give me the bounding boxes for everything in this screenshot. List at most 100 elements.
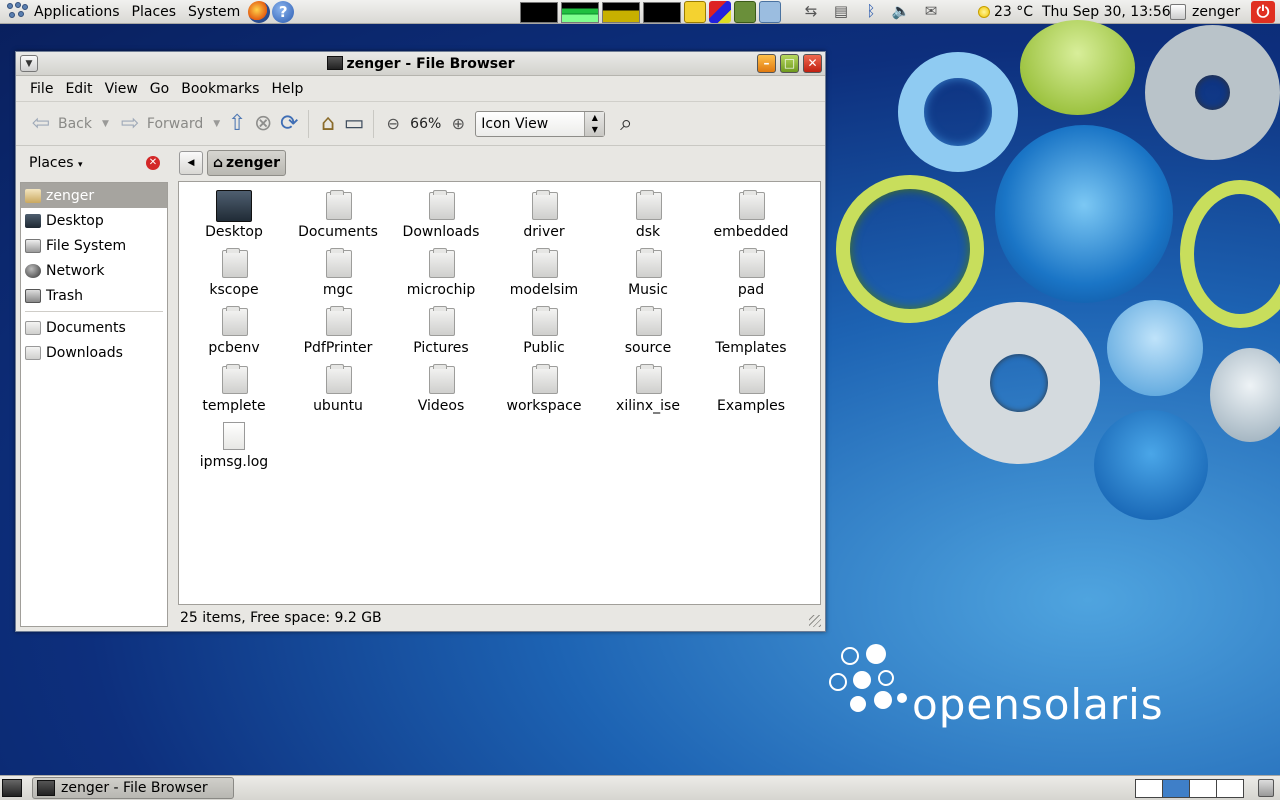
folder-item[interactable]: embedded [701,190,801,240]
user-switcher[interactable]: zenger [1170,0,1240,24]
folder-icon [737,306,765,336]
menu-help[interactable]: Help [265,81,309,97]
workspace-1[interactable] [1135,779,1163,798]
file-label: ubuntu [313,398,363,414]
workspace-3[interactable] [1189,779,1217,798]
file-label: driver [523,224,565,240]
up-arrow-icon[interactable]: ⇧ [224,111,250,137]
trash-applet-icon[interactable] [1258,779,1274,797]
menu-view[interactable]: View [99,81,144,97]
cpu-monitor[interactable] [602,1,640,23]
weather-applet[interactable]: 23 °C [978,0,1033,24]
forward-button[interactable]: ⇨ Forward ▼ [113,108,224,140]
sidebar-item-zenger[interactable]: zenger [21,183,167,208]
help-icon[interactable]: ? [272,0,295,23]
terminal-icon[interactable] [759,1,781,23]
icon-view[interactable]: Desktop Documents Downloads driver dsk embedd… [178,181,821,605]
mail-icon[interactable]: ✉ [920,1,942,21]
close-sidebar-icon[interactable]: ✕ [146,156,160,170]
image-viewer-icon[interactable] [709,1,731,23]
folder-item[interactable]: PdfPrinter [288,306,388,356]
forward-history-dropdown[interactable]: ▼ [213,119,220,129]
menu-edit[interactable]: Edit [59,81,98,97]
folder-item[interactable]: workspace [494,364,594,414]
sidebar-item-desktop[interactable]: Desktop [21,208,167,233]
clock[interactable]: Thu Sep 30, 13:56 [1042,0,1171,24]
update-icon[interactable]: ▤ [830,1,852,21]
network-status-icon[interactable]: ⇆ [800,1,822,21]
folder-item[interactable]: driver [494,190,594,240]
folder-item[interactable]: Public [494,306,594,356]
memory-monitor[interactable] [520,1,558,23]
folder-item[interactable]: Music [598,248,698,298]
file-label: microchip [406,282,476,298]
folder-item[interactable]: dsk [598,190,698,240]
sidebar-item-file-system[interactable]: File System [21,233,167,258]
folder-item[interactable]: Pictures [391,306,491,356]
search-icon[interactable]: ⌕ [613,111,639,137]
file-label: workspace [506,398,582,414]
folder-item[interactable]: Documents [288,190,388,240]
sidebar-type-dropdown[interactable]: Places ▾ [29,155,83,171]
folder-item[interactable]: ubuntu [288,364,388,414]
sidebar-item-downloads[interactable]: Downloads [21,340,167,365]
menu-file[interactable]: File [24,81,59,97]
stop-icon[interactable]: ⊗ [250,111,276,137]
package-icon[interactable] [734,1,756,23]
path-scroll-left-button[interactable]: ◀ [179,151,203,175]
sidebar-item-trash[interactable]: Trash [21,283,167,308]
volume-icon[interactable]: 🔈 [890,1,912,21]
show-desktop-icon[interactable] [2,779,22,797]
bluetooth-icon[interactable]: ᛒ [860,1,882,21]
power-icon[interactable]: ⏻ [1251,1,1275,23]
computer-icon[interactable]: ▭ [341,111,367,137]
file-label: PdfPrinter [303,340,373,356]
view-mode-select[interactable]: Icon View ▲ ▼ [475,110,606,137]
folder-item[interactable]: microchip [391,248,491,298]
folder-icon [530,364,558,394]
close-button[interactable]: ✕ [803,54,822,73]
back-history-dropdown[interactable]: ▼ [102,119,109,129]
maximize-button[interactable]: □ [780,54,799,73]
folder-item[interactable]: modelsim [494,248,594,298]
zoom-in-icon[interactable]: ⊕ [445,111,471,137]
folder-item[interactable]: Videos [391,364,491,414]
sidebar-item-documents[interactable]: Documents [21,315,167,340]
zoom-level[interactable]: 66% [406,116,445,132]
zoom-out-icon[interactable]: ⊖ [380,111,406,137]
folder-item[interactable]: Examples [701,364,801,414]
folder-item[interactable]: pcbenv [184,306,284,356]
applications-menu[interactable]: Applications [0,0,126,24]
network-monitor[interactable] [561,1,599,23]
notes-icon[interactable] [684,1,706,23]
system-menu[interactable]: System [182,0,246,24]
title-bar[interactable]: ▼ zenger - File Browser – □ ✕ [16,52,825,76]
places-menu[interactable]: Places [126,0,183,24]
reload-icon[interactable]: ⟳ [276,111,302,137]
minimize-button[interactable]: – [757,54,776,73]
back-button[interactable]: ⇦ Back ▼ [24,108,113,140]
folder-item[interactable]: Desktop [184,190,284,240]
file-label: pad [737,282,765,298]
workspace-4[interactable] [1216,779,1244,798]
folder-item[interactable]: xilinx_ise [598,364,698,414]
path-button-zenger[interactable]: ⌂ zenger [207,150,287,176]
folder-item[interactable]: source [598,306,698,356]
resize-grip[interactable] [809,615,821,627]
firefox-icon[interactable] [248,0,271,23]
folder-item[interactable]: Downloads [391,190,491,240]
file-item[interactable]: ipmsg.log [184,422,284,470]
folder-item[interactable]: templete [184,364,284,414]
disk-monitor[interactable] [643,1,681,23]
folder-item[interactable]: Templates [701,306,801,356]
taskbar-button-file-browser[interactable]: zenger - File Browser [32,777,234,799]
folder-item[interactable]: mgc [288,248,388,298]
home-icon[interactable]: ⌂ [315,111,341,137]
menu-bookmarks[interactable]: Bookmarks [175,81,265,97]
workspace-2[interactable] [1162,779,1190,798]
folder-item[interactable]: pad [701,248,801,298]
wallpaper-bubble [1210,348,1280,442]
folder-item[interactable]: kscope [184,248,284,298]
menu-go[interactable]: Go [144,81,175,97]
sidebar-item-network[interactable]: Network [21,258,167,283]
